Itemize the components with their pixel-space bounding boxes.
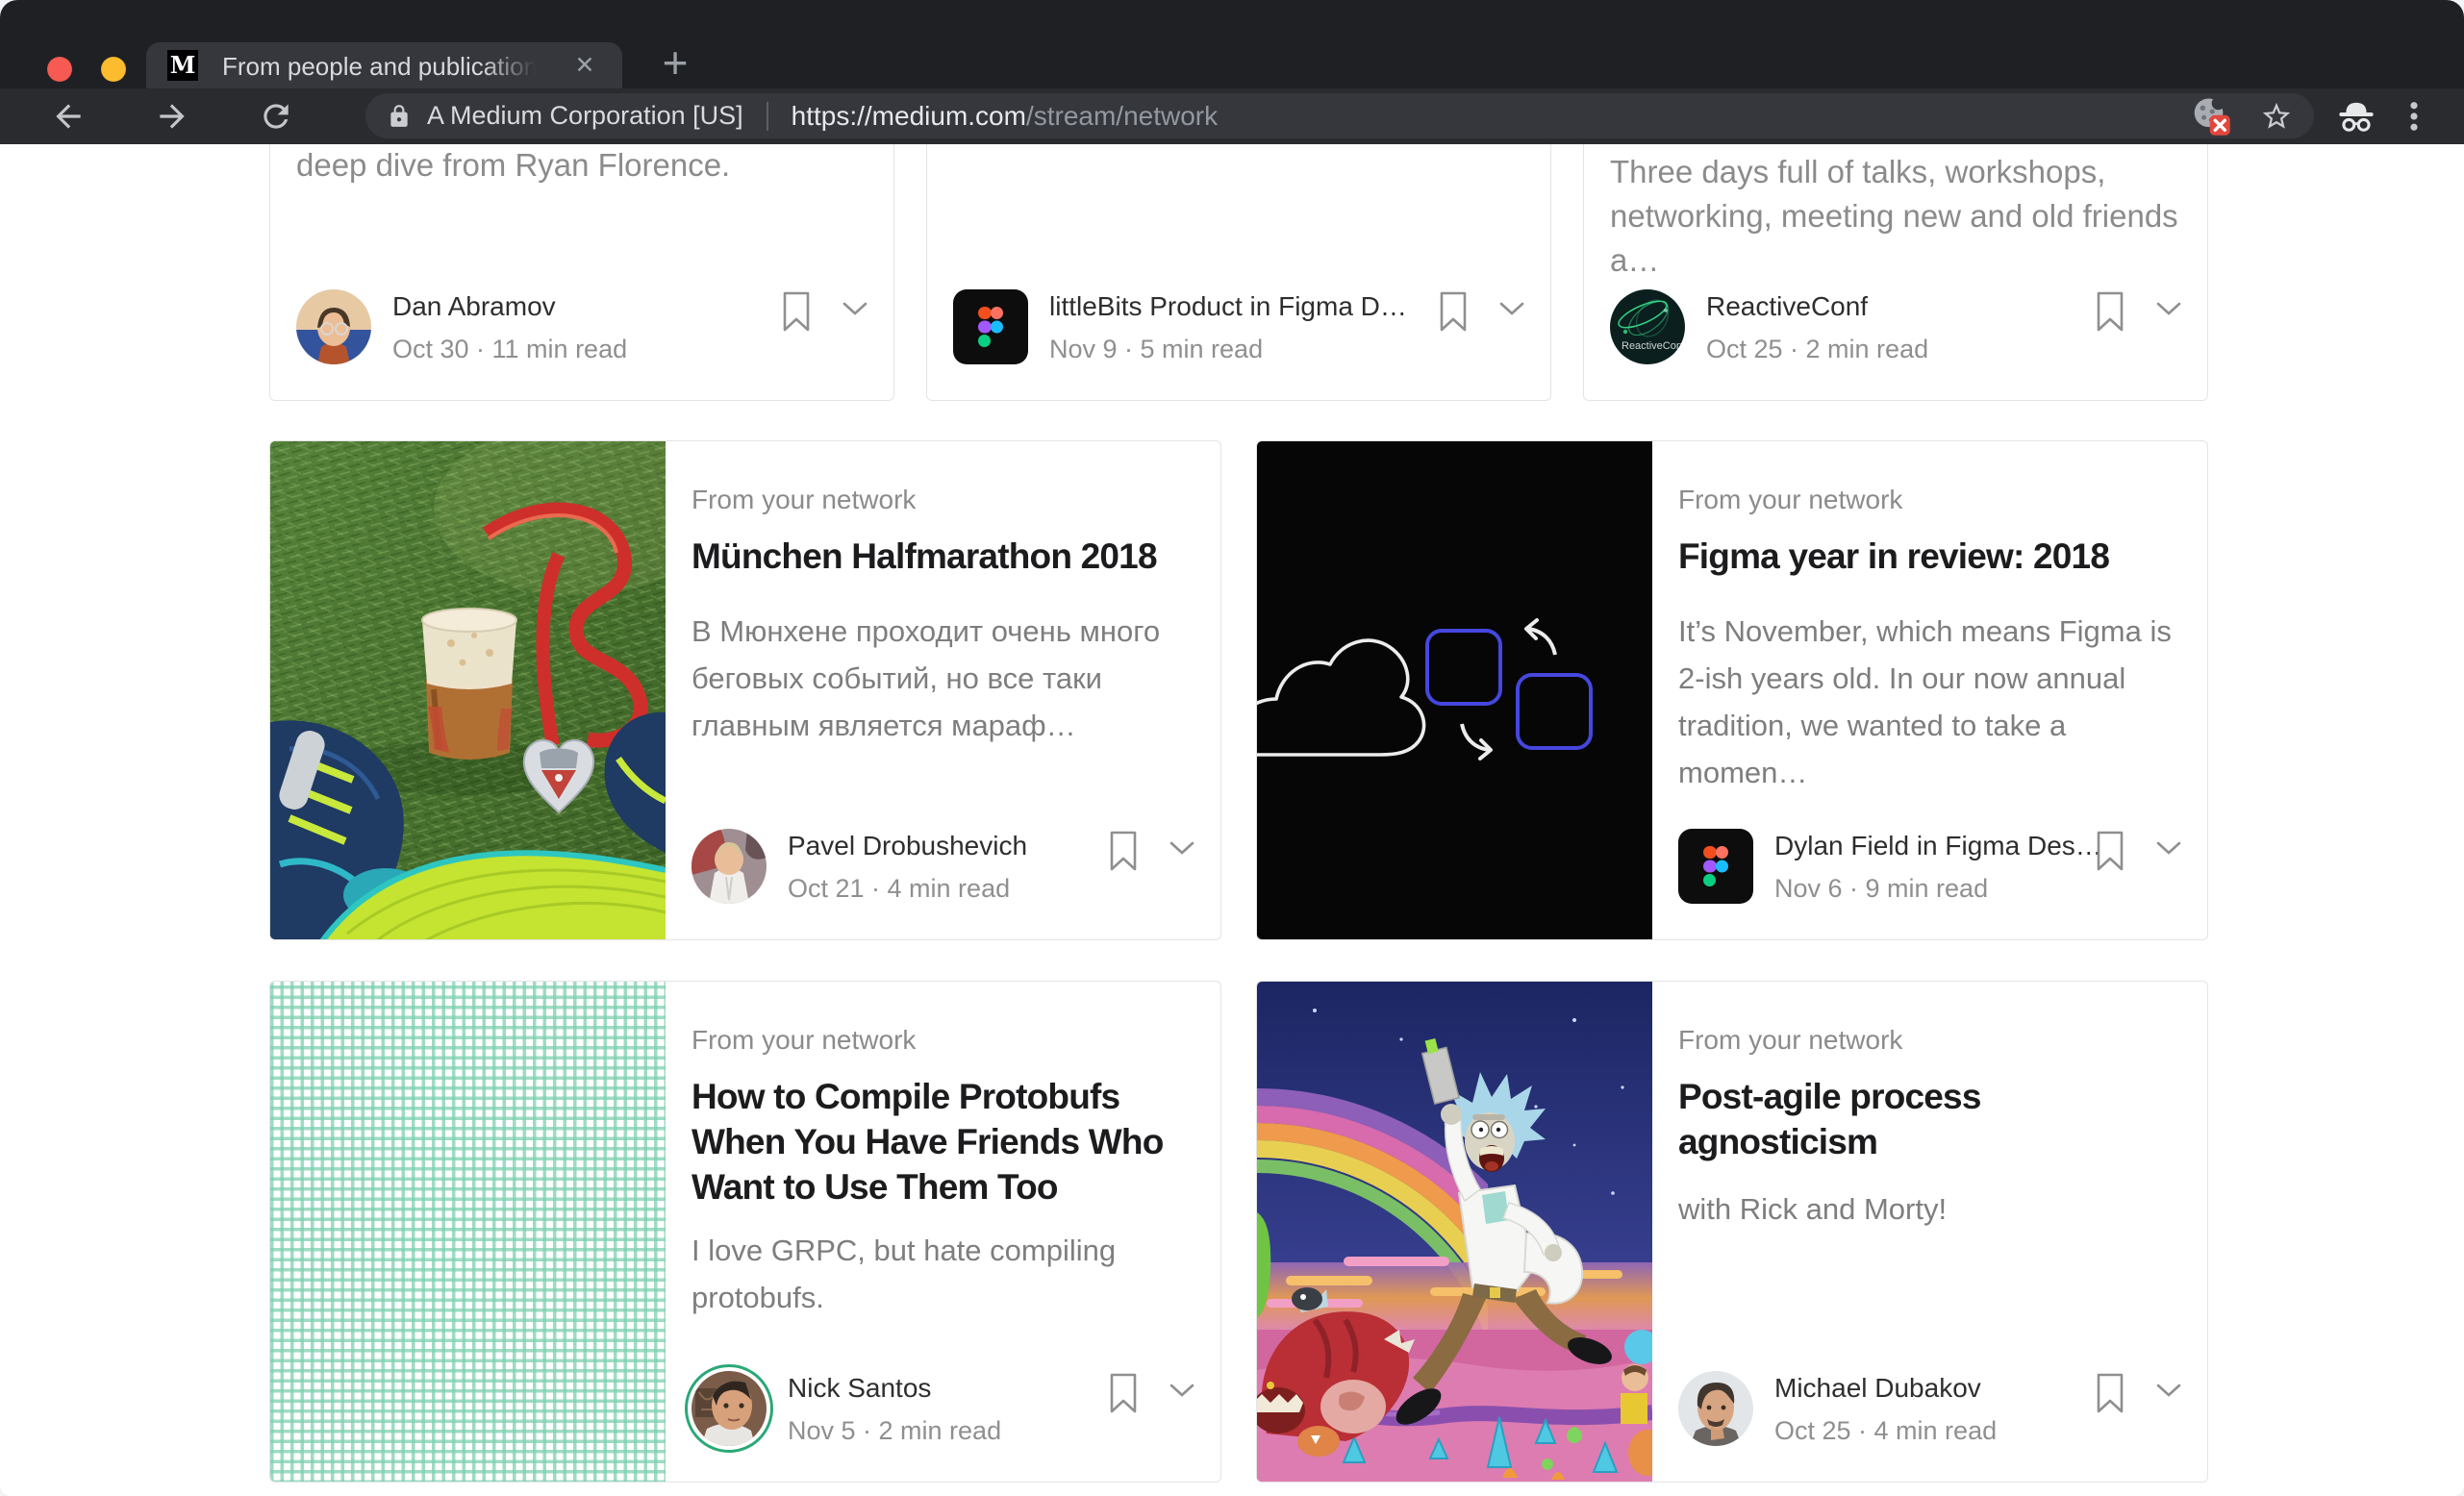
author-row: Pavel Drobushevich Oct 21 · 4 min read	[691, 829, 1197, 904]
svg-text:ReactiveConf: ReactiveConf	[1622, 340, 1685, 352]
article-meta: Oct 25 · 2 min read	[1706, 335, 1928, 364]
tab-title-fade	[482, 50, 551, 83]
author-row: Nick Santos Nov 5 · 2 min read	[691, 1371, 1197, 1446]
medium-favicon: M	[167, 50, 198, 81]
author-name[interactable]: Michael Dubakov	[1774, 1373, 1997, 1404]
chevron-down-icon[interactable]	[1169, 1383, 1195, 1403]
avatar-michael-dubakov[interactable]	[1678, 1371, 1753, 1446]
kicker-from-your-network: From your network	[1678, 484, 2182, 516]
article-title[interactable]: München Halfmarathon 2018	[691, 534, 1195, 579]
address-bar[interactable]: A Medium Corporation [US] https://medium…	[365, 93, 2314, 138]
article-snippet: It’s November, which means Figma is 2-is…	[1678, 608, 2182, 796]
article-snippet: deep dive from Ryan Florence.	[296, 144, 867, 187]
bookmark-icon[interactable]	[2096, 1373, 2125, 1418]
url-separator	[767, 102, 768, 131]
chevron-down-icon[interactable]	[1169, 840, 1195, 860]
lock-icon	[387, 104, 412, 129]
article-meta: Nov 6 · 9 min read	[1774, 874, 2102, 904]
article-meta: Oct 25 · 4 min read	[1774, 1416, 1997, 1446]
author-row: ReactiveConf ReactiveConf Oct 25 · 2 min…	[1610, 289, 2184, 364]
author-name[interactable]: ReactiveConf	[1706, 291, 1928, 322]
kicker-from-your-network: From your network	[1678, 1024, 2182, 1057]
kicker-from-your-network: From your network	[691, 1024, 1195, 1057]
avatar-dan-abramov[interactable]	[296, 289, 371, 364]
article-title[interactable]: Post-agile process agnosticism	[1678, 1074, 2182, 1164]
new-tab-button[interactable]: +	[650, 38, 700, 88]
tab-close-icon[interactable]: ✕	[570, 51, 599, 80]
avatar-figma-design-publication[interactable]	[1678, 829, 1753, 904]
window-minimize-button[interactable]	[101, 57, 126, 82]
bookmark-icon[interactable]	[1109, 831, 1138, 876]
chevron-down-icon[interactable]	[2155, 840, 2182, 860]
reload-icon[interactable]	[258, 98, 294, 135]
certificate-label: A Medium Corporation [US]	[427, 101, 743, 131]
article-title[interactable]: Figma year in review: 2018	[1678, 534, 2182, 579]
chevron-down-icon[interactable]	[2155, 1383, 2182, 1403]
author-name[interactable]: Dan Abramov	[392, 291, 627, 322]
article-image-rick-and-morty[interactable]	[1257, 982, 1652, 1482]
browser-toolbar: A Medium Corporation [US] https://medium…	[0, 88, 2464, 144]
article-card-figma-review[interactable]: From your network Figma year in review: …	[1256, 440, 2208, 940]
author-name[interactable]: littleBits Product in Figma D…	[1049, 291, 1407, 322]
back-arrow-icon[interactable]	[50, 98, 87, 135]
article-snippet: I love GRPC, but hate compiling protobuf…	[691, 1227, 1195, 1321]
article-image-figma-illustration[interactable]	[1257, 441, 1652, 939]
author-row: Dylan Field in Figma Des… Nov 6 · 9 min …	[1678, 829, 2184, 904]
avatar-figma-design-publication[interactable]	[953, 289, 1028, 364]
bookmark-icon[interactable]	[1109, 1373, 1138, 1418]
member-ring	[685, 1364, 773, 1453]
author-row: Michael Dubakov Oct 25 · 4 min read	[1678, 1371, 2184, 1446]
tab-strip: M From people and publications y ✕ +	[0, 0, 2464, 88]
author-name[interactable]: Pavel Drobushevich	[788, 831, 1027, 861]
article-meta: Nov 5 · 2 min read	[788, 1416, 1001, 1446]
bookmark-icon[interactable]	[1439, 291, 1468, 337]
chevron-down-icon[interactable]	[1498, 301, 1525, 321]
article-image-dot-pattern[interactable]	[270, 982, 666, 1482]
article-meta: Oct 30 · 11 min read	[392, 335, 627, 364]
browser-window: M From people and publications y ✕ + A M…	[0, 0, 2464, 1496]
article-card-munchen-halfmarathon[interactable]: From your network München Halfmarathon 2…	[269, 440, 1221, 940]
article-image-halfmarathon-photo[interactable]	[270, 441, 666, 939]
article-card-post-agile[interactable]: From your network Post-agile process agn…	[1256, 981, 2208, 1483]
chevron-down-icon[interactable]	[842, 301, 868, 321]
cookie-blocker-extension-icon[interactable]	[2191, 96, 2231, 137]
incognito-icon	[2337, 99, 2376, 138]
article-snippet: Three days full of talks, workshops, net…	[1610, 150, 2181, 283]
kicker-from-your-network: From your network	[691, 484, 1195, 516]
avatar-reactiveconf[interactable]: ReactiveConf	[1610, 289, 1685, 364]
article-card-ryan-florence[interactable]: deep dive from Ryan Florence. Dan Abramo…	[269, 144, 894, 401]
article-title[interactable]: How to Compile Protobufs When You Have F…	[691, 1074, 1195, 1209]
article-card-reactiveconf[interactable]: Three days full of talks, workshops, net…	[1583, 144, 2208, 401]
author-name[interactable]: Dylan Field in Figma Des…	[1774, 831, 2102, 861]
article-card-protobufs[interactable]: From your network How to Compile Protobu…	[269, 981, 1221, 1483]
forward-arrow-icon[interactable]	[154, 98, 190, 135]
article-meta: Oct 21 · 4 min read	[788, 874, 1027, 904]
bookmark-icon[interactable]	[2096, 291, 2125, 337]
author-row: Dan Abramov Oct 30 · 11 min read	[296, 289, 870, 364]
author-name[interactable]: Nick Santos	[788, 1373, 1001, 1404]
window-close-button[interactable]	[47, 57, 72, 82]
bookmark-star-icon[interactable]	[2260, 100, 2293, 133]
bookmark-icon[interactable]	[2096, 831, 2125, 876]
author-row: littleBits Product in Figma D… Nov 9 · 5…	[953, 289, 1527, 364]
page-content: deep dive from Ryan Florence. Dan Abramo…	[0, 144, 2464, 1496]
avatar-pavel-drobushevich[interactable]	[691, 829, 767, 904]
chevron-down-icon[interactable]	[2155, 301, 2182, 321]
article-meta: Nov 9 · 5 min read	[1049, 335, 1407, 364]
bookmark-icon[interactable]	[782, 291, 811, 337]
url-text: https://medium.com/stream/network	[792, 101, 1218, 132]
menu-dots-icon[interactable]	[2397, 99, 2431, 138]
browser-tab[interactable]: M From people and publications y ✕	[146, 42, 622, 88]
article-snippet: В Мюнхене проходит очень много беговых с…	[691, 608, 1195, 749]
article-card-littlebits[interactable]: littleBits Product in Figma D… Nov 9 · 5…	[926, 144, 1551, 401]
article-snippet: with Rick and Morty!	[1678, 1185, 2182, 1233]
